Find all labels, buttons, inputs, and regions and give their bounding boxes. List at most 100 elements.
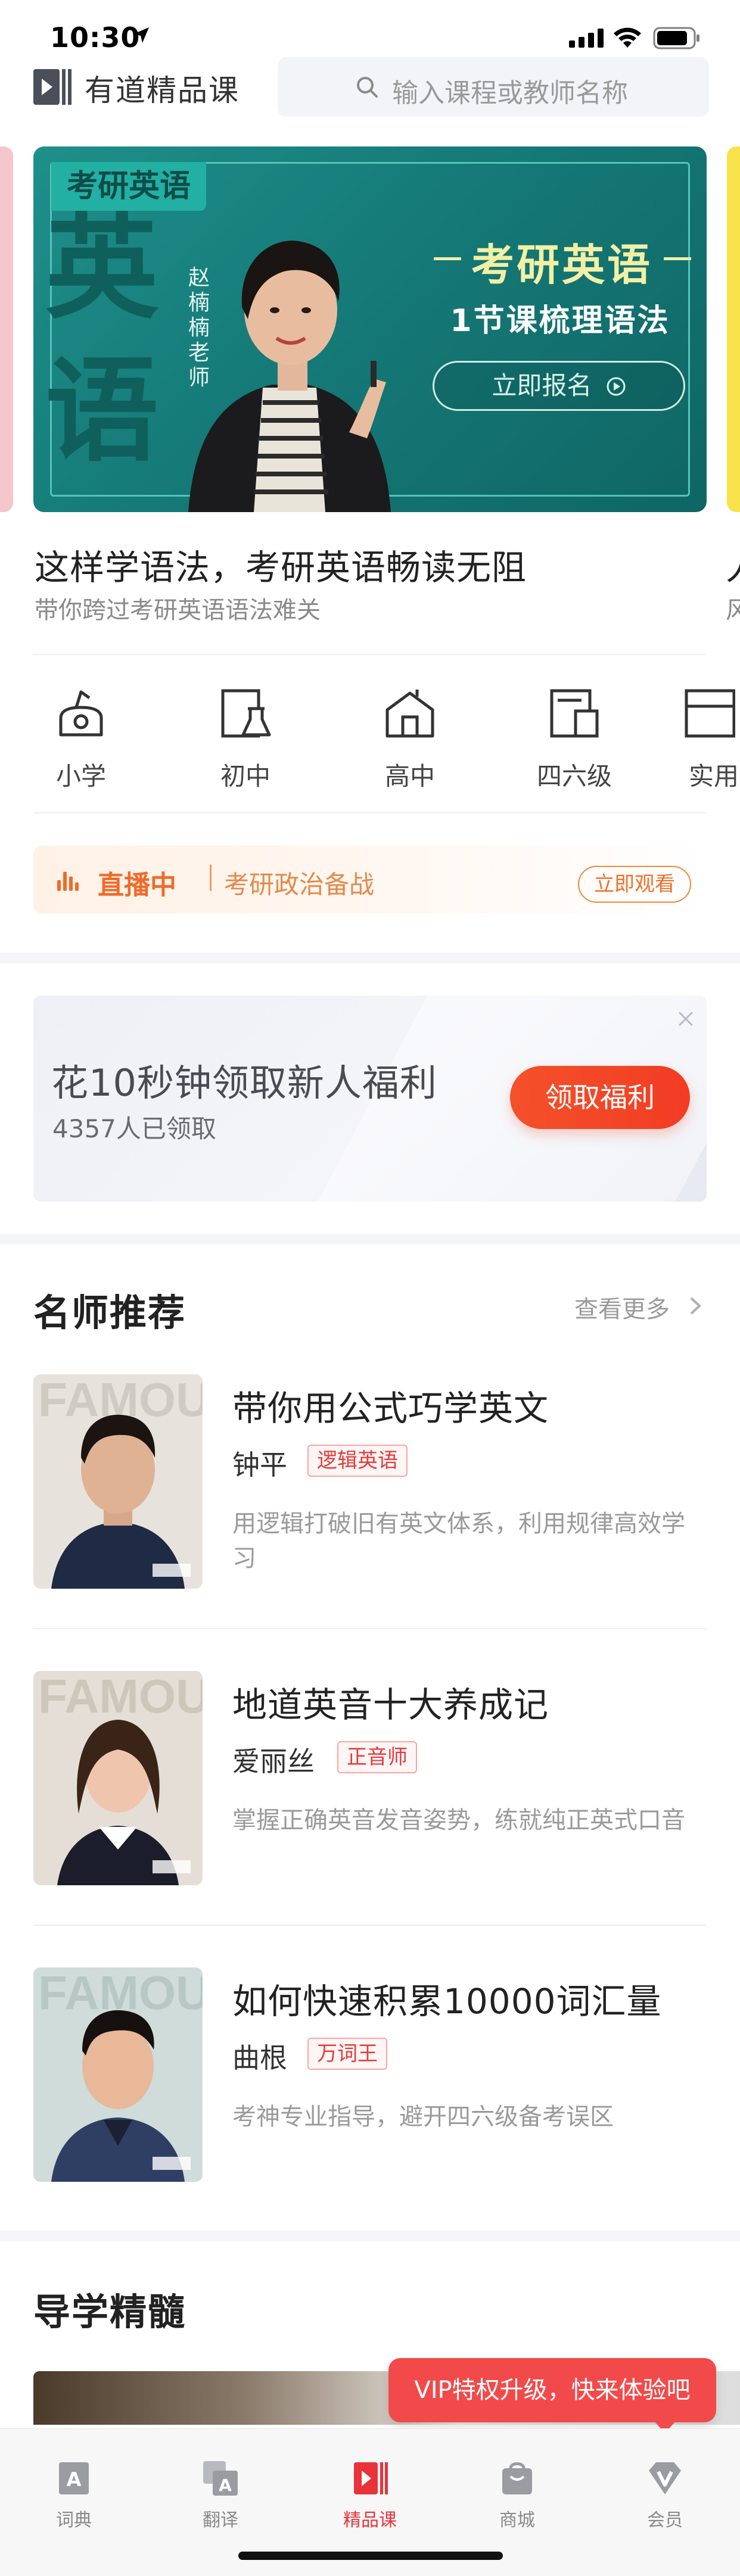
- battery-icon: [653, 27, 699, 49]
- banner-title-peek: 人: [726, 539, 740, 590]
- home-indicator: [238, 2552, 503, 2560]
- live-banner[interactable]: 直播中 考研政治备战 立即观看: [33, 846, 707, 913]
- course-title: 带你用公式巧学英文: [232, 1388, 549, 1429]
- divider: [33, 654, 707, 655]
- close-icon[interactable]: [676, 1009, 696, 1029]
- teacher-name: 曲根: [232, 2042, 287, 2074]
- hero-banner[interactable]: 英 语 考研英语 赵楠楠老师 考研英语 1节课梳理语法 立即报名: [33, 146, 707, 512]
- category-label: 实用: [689, 762, 739, 791]
- claim-benefit-button[interactable]: 领取福利: [510, 1066, 690, 1129]
- category-label: 高中: [384, 762, 435, 791]
- shop-bag-icon: [502, 2462, 532, 2494]
- course-description: 掌握正确英音发音姿势，练就纯正英式口音: [232, 1807, 685, 1834]
- section-gap: [0, 953, 740, 963]
- bottom-tab-bar: A 词典 A 翻译 精品课 商城 会员: [0, 2428, 740, 2576]
- document-icon: [550, 689, 599, 738]
- book-icon: [685, 689, 735, 738]
- status-time: 10:30: [50, 21, 141, 54]
- search-input[interactable]: 输入课程或教师名称: [278, 57, 709, 117]
- section-gap: [0, 1234, 740, 1245]
- dictionary-icon: A: [59, 2462, 89, 2494]
- signup-button[interactable]: 立即报名: [433, 361, 685, 411]
- svg-text:A: A: [219, 2475, 232, 2495]
- banner-peek-left[interactable]: [0, 146, 13, 512]
- vip-upgrade-toast[interactable]: VIP特权升级，快来体验吧: [388, 2358, 716, 2422]
- building-icon: [385, 690, 434, 738]
- tab-shop[interactable]: 商城: [470, 2459, 565, 2531]
- teacher-tag: 正音师: [337, 1741, 417, 1773]
- divider: [33, 1628, 707, 1629]
- app-logo-icon: [33, 69, 71, 105]
- section-title-teachers: 名师推荐: [33, 1291, 186, 1334]
- banner-headline: 考研英语: [471, 240, 652, 290]
- watch-now-button[interactable]: 立即观看: [578, 866, 691, 903]
- tab-label: 商城: [499, 2510, 535, 2531]
- teacher-label: 赵楠楠老师: [188, 266, 210, 390]
- category-cet[interactable]: 四六级: [521, 685, 628, 793]
- teacher-course-card[interactable]: FAMOUS 带你用公式巧学英文 钟平 逻辑英语 用逻辑打破旧有英文体系，利用规…: [33, 1374, 707, 1589]
- live-course-title: 考研政治备战: [224, 870, 375, 899]
- vip-badge-icon: [649, 2462, 681, 2494]
- teacher-name: 钟平: [232, 1449, 287, 1481]
- signup-button-label: 立即报名: [492, 371, 592, 400]
- teacher-name: 爱丽丝: [232, 1745, 315, 1777]
- promo-claim-count: 4357人已领取: [52, 1114, 216, 1143]
- course-title: 如何快速积累10000词汇量: [232, 1981, 662, 2022]
- divider: [33, 1925, 707, 1926]
- banner-peek-right[interactable]: [727, 146, 740, 512]
- category-label: 四六级: [536, 762, 612, 791]
- course-description: 考神专业指导，避开四六级备考误区: [232, 2103, 614, 2131]
- course-play-icon: [354, 2462, 388, 2494]
- banner-big-char: 英: [45, 202, 159, 334]
- banner-subtitle: 带你跨过考研英语语法难关: [35, 597, 321, 624]
- tab-label: 词典: [56, 2510, 92, 2531]
- teacher-tag: 万词王: [307, 2038, 387, 2070]
- category-primary[interactable]: 小学: [27, 685, 135, 793]
- status-bar: 10:30: [0, 0, 740, 57]
- course-description: 用逻辑打破旧有英文体系，利用规律高效学习: [232, 1510, 685, 1572]
- teacher-photo: FAMOUS: [33, 1671, 203, 1885]
- teacher-photo: FAMOUS: [33, 1374, 203, 1589]
- tab-dictionary[interactable]: A 词典: [26, 2459, 122, 2531]
- svg-text:FAMOUS: FAMOUS: [38, 1671, 203, 1723]
- tab-label: 精品课: [343, 2510, 397, 2531]
- divider: [33, 812, 707, 813]
- banner-big-char: 语: [45, 345, 159, 477]
- section-gap: [0, 2231, 740, 2241]
- teacher-photo: FAMOUS: [33, 1967, 203, 2182]
- banner-subtitle-peek: 风: [726, 597, 740, 624]
- promo-title: 花10秒钟领取新人福利: [51, 1061, 437, 1105]
- course-title: 地道英音十大养成记: [232, 1685, 549, 1725]
- search-icon: [357, 77, 378, 98]
- wifi-icon: [614, 27, 641, 48]
- see-more-link[interactable]: 查看更多: [574, 1290, 670, 1324]
- section-title-guide: 导学精髓: [33, 2290, 186, 2334]
- live-status: 直播中: [98, 870, 176, 900]
- category-junior[interactable]: 初中: [192, 685, 299, 793]
- flask-icon: [221, 689, 271, 738]
- teacher-course-card[interactable]: FAMOUS 地道英音十大养成记 爱丽丝 正音师 掌握正确英音发音姿势，练就纯正…: [33, 1671, 707, 1885]
- svg-text:A: A: [67, 2468, 82, 2491]
- search-placeholder: 输入课程或教师名称: [392, 78, 628, 108]
- tab-courses[interactable]: 精品课: [322, 2459, 418, 2531]
- category-senior[interactable]: 高中: [356, 685, 464, 793]
- tab-label: 会员: [647, 2510, 683, 2531]
- cellular-signal-icon: [569, 29, 604, 48]
- category-practical[interactable]: 实用: [663, 685, 740, 793]
- translate-icon: A: [203, 2461, 238, 2496]
- teacher-tag: 逻辑英语: [307, 1445, 408, 1477]
- tab-label: 翻译: [203, 2510, 238, 2531]
- tab-translate[interactable]: A 翻译: [173, 2459, 268, 2531]
- school-bell-icon: [59, 690, 103, 737]
- tab-vip[interactable]: 会员: [617, 2459, 713, 2531]
- category-label: 小学: [55, 762, 106, 791]
- chevron-right-icon[interactable]: [688, 1296, 703, 1316]
- new-user-promo-card[interactable]: 花10秒钟领取新人福利 4357人已领取 领取福利: [33, 996, 707, 1202]
- live-separator: [210, 865, 212, 891]
- category-label: 初中: [220, 762, 270, 791]
- banner-title[interactable]: 这样学语法，考研英语畅读无阻: [35, 539, 527, 590]
- banner-subheadline: 1节课梳理语法: [450, 303, 670, 339]
- teacher-course-card[interactable]: FAMOUS 如何快速积累10000词汇量 曲根 万词王 考神专业指导，避开四六…: [33, 1967, 707, 2182]
- live-bars-icon: [57, 872, 79, 891]
- app-title: 有道精品课: [85, 73, 240, 108]
